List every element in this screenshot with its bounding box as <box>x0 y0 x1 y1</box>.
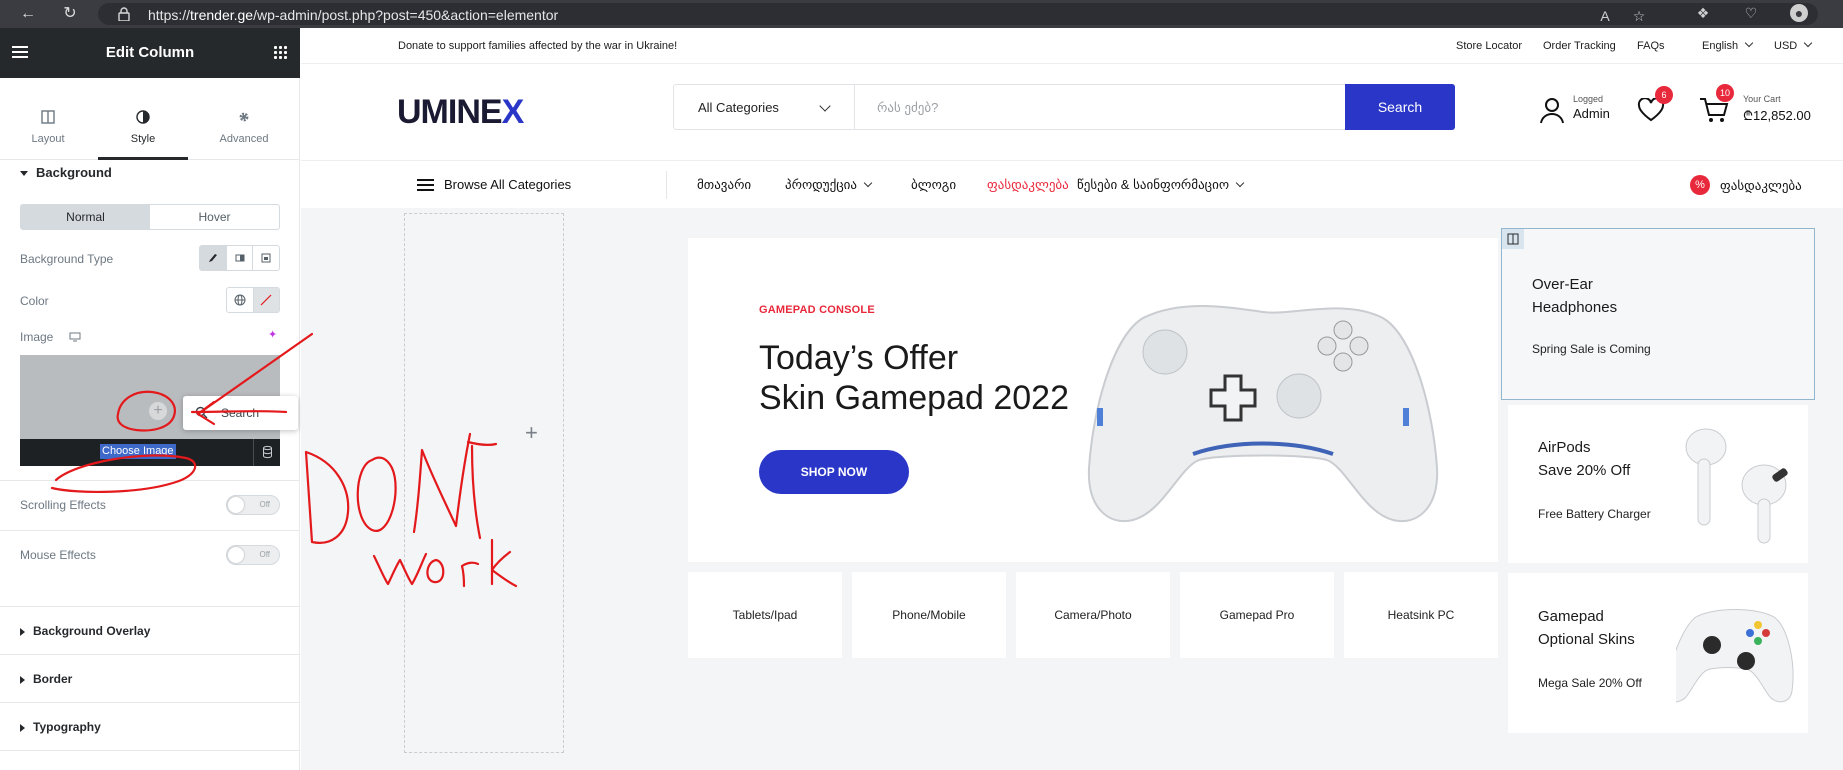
annotation-letter-k <box>490 538 518 588</box>
screen: ← ↻ https://trender.ge/wp-admin/post.php… <box>0 0 1843 770</box>
annotation-circle-choose <box>50 454 197 494</box>
annotation-letter-n <box>412 432 472 534</box>
annotation-circle-plus <box>116 390 176 432</box>
annotation-letter-d <box>304 450 350 544</box>
annotation-letter-w <box>372 552 428 586</box>
annotation-arrow-diagonal <box>196 332 314 416</box>
red-annotation-overlay <box>50 332 518 588</box>
annotation-arrow-shaft <box>190 410 288 414</box>
annotation-letter-t <box>466 440 498 540</box>
annotation-letter-r <box>460 561 480 588</box>
annotation-letter-o2 <box>426 558 445 584</box>
annotation-letter-o <box>356 456 397 532</box>
